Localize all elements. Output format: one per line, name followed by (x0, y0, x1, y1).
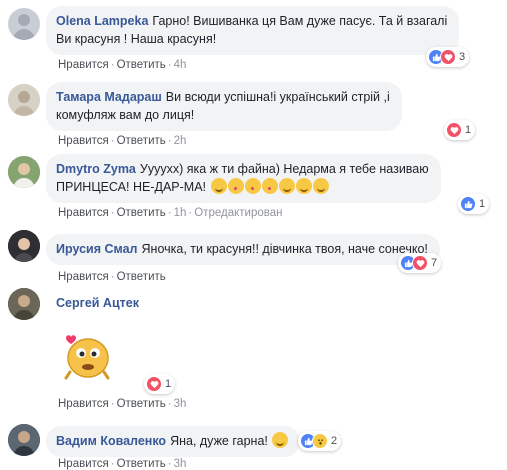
reaction-count: 1 (465, 124, 472, 136)
reaction-count: 1 (479, 198, 486, 210)
kiss-emoji-icon (227, 178, 244, 194)
avatar[interactable] (8, 424, 40, 456)
comment-author[interactable]: Ирусия Смал (56, 242, 138, 256)
comment-actions: Нравится · Ответить · 3h (58, 398, 187, 410)
like-link[interactable]: Нравится (58, 135, 109, 147)
smile-emoji-icon (278, 178, 295, 194)
love-icon (146, 376, 162, 392)
comment-text: Уууухх) яка ж ти файна) Недарма я тебе н… (139, 162, 429, 176)
reply-link[interactable]: Ответить (117, 271, 166, 283)
comment-author[interactable]: Тамара Мадараш (56, 90, 162, 104)
love-icon (412, 255, 428, 271)
comment-text: ПРИНЦЕСА! НЕ-ДАР-МА! (56, 180, 207, 194)
love-icon (440, 49, 456, 65)
reaction-count: 7 (431, 257, 438, 269)
heart-eyes-emoji-icon (272, 432, 289, 448)
comment-author[interactable]: Вадим Коваленко (56, 434, 166, 448)
like-link[interactable]: Нравится (58, 207, 109, 219)
reaction-summary[interactable]: 7 (398, 253, 442, 273)
comment-bubble: Ирусия Смал Яночка, ти красуня!! дівчинка… (46, 234, 440, 265)
love-icon (446, 122, 462, 138)
kiss-emoji-icon (261, 178, 278, 194)
smile-emoji-icon (295, 178, 312, 194)
reaction-summary[interactable]: 1 (458, 194, 490, 214)
comment-text: Ви всюди успішна!і український стрій ,і (165, 90, 390, 104)
comment-text: Яночка, ти красуня!! дівчинка твоя, наче… (141, 242, 428, 256)
smile-emoji-icon (312, 178, 329, 194)
reply-link[interactable]: Ответить (117, 59, 166, 71)
comment-time[interactable]: 2h (174, 135, 187, 147)
comment-time[interactable]: 3h (174, 458, 187, 470)
comment-time[interactable]: 3h (174, 398, 187, 410)
comment-author[interactable]: Сергей Ацтек (56, 296, 139, 310)
reply-link[interactable]: Ответить (117, 207, 166, 219)
like-link[interactable]: Нравится (58, 271, 109, 283)
reply-link[interactable]: Ответить (117, 135, 166, 147)
comment-bubble: Тамара Мадараш Ви всюди успішна!і українс… (46, 82, 402, 131)
comment-time[interactable]: 1h (174, 207, 187, 219)
comment-text: комуфляж вам до лиця! (56, 108, 195, 122)
reply-link[interactable]: Ответить (117, 458, 166, 470)
reaction-count: 1 (165, 378, 172, 390)
like-icon (460, 196, 476, 212)
comment-actions: Нравится · Ответить · 4h (58, 59, 187, 71)
kiss-emoji-icon (244, 178, 261, 194)
comment-text: Яна, дуже гарна! (170, 434, 268, 448)
comment-author[interactable]: Olena Lampeka (56, 14, 148, 28)
comment-text: Ви красуня ! Наша красуня! (56, 32, 217, 46)
like-link[interactable]: Нравится (58, 458, 109, 470)
avatar[interactable] (8, 156, 40, 188)
like-link[interactable]: Нравится (58, 398, 109, 410)
comment-author[interactable]: Dmytro Zyma (56, 162, 136, 176)
edited-label[interactable]: Отредактирован (194, 207, 282, 219)
like-link[interactable]: Нравится (58, 59, 109, 71)
wow-icon (312, 433, 328, 449)
avatar[interactable] (8, 8, 40, 40)
comment-actions: Нравится · Ответить · 2h (58, 135, 187, 147)
avatar[interactable] (8, 84, 40, 116)
comment-bubble: Dmytro Zyma Уууухх) яка ж ти файна) Недар… (46, 154, 441, 203)
reaction-summary[interactable]: 3 (426, 47, 470, 67)
comment-text: Гарно! Вишиванка ця Вам дуже пасує. Та й… (152, 14, 448, 28)
reaction-summary[interactable]: 2 (298, 431, 342, 451)
avatar[interactable] (8, 288, 40, 320)
comment-actions: Нравится · Ответить (58, 271, 166, 283)
comment-actions: Нравится · Ответить · 3h (58, 458, 187, 470)
comment-time[interactable]: 4h (174, 59, 187, 71)
reaction-summary[interactable]: 1 (144, 374, 176, 394)
comment-actions: Нравится · Ответить · 1h · Отредактирован (58, 207, 283, 219)
smile-emoji-icon (210, 178, 227, 194)
avatar[interactable] (8, 230, 40, 262)
reaction-count: 3 (459, 51, 466, 63)
reaction-count: 2 (331, 435, 338, 447)
comment-bubble: Olena Lampeka Гарно! Вишиванка ця Вам дуж… (46, 6, 460, 55)
love-sticker-icon[interactable] (60, 328, 116, 384)
reaction-summary[interactable]: 1 (444, 120, 476, 140)
reply-link[interactable]: Ответить (117, 398, 166, 410)
comment-bubble: Вадим Коваленко Яна, дуже гарна! (46, 426, 301, 457)
